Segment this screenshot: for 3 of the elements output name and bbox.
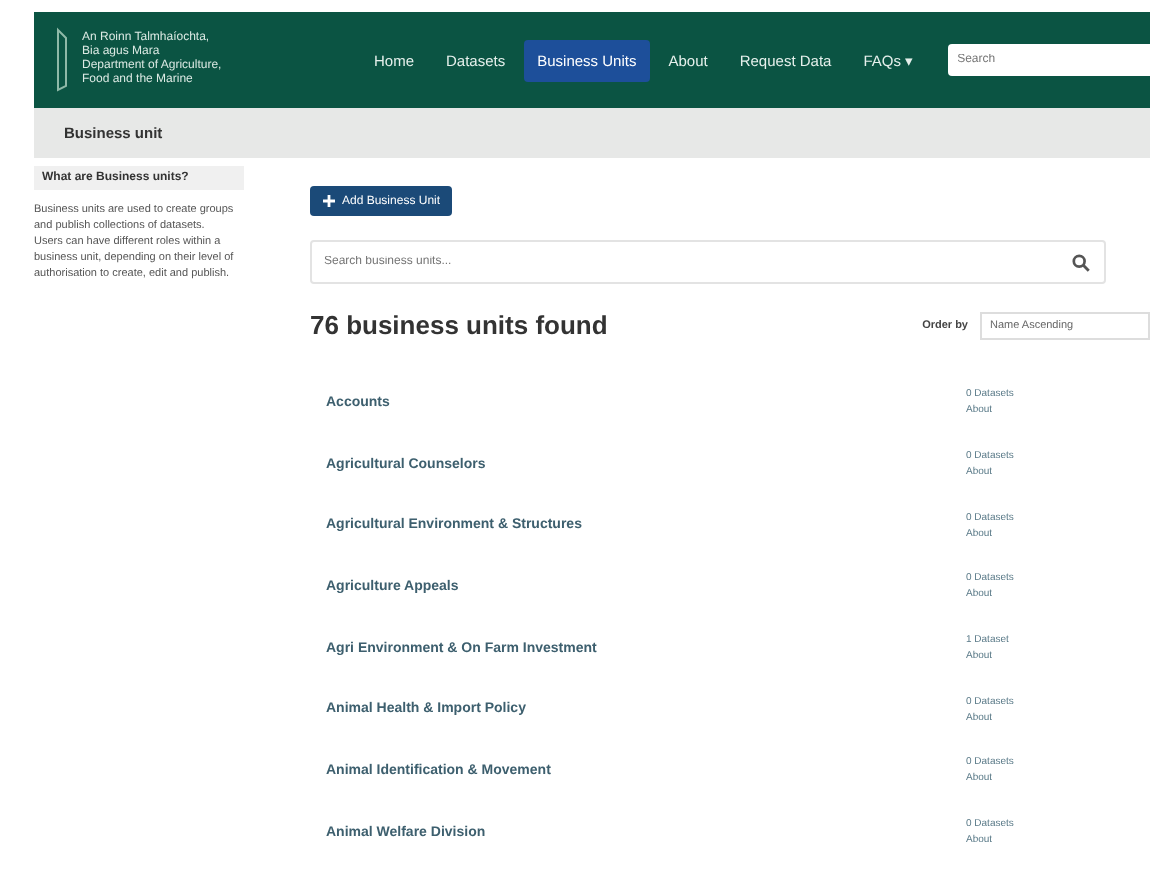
result-count: 76 business units found (310, 310, 608, 340)
search-icon (1072, 253, 1090, 271)
plus-icon (322, 194, 336, 208)
